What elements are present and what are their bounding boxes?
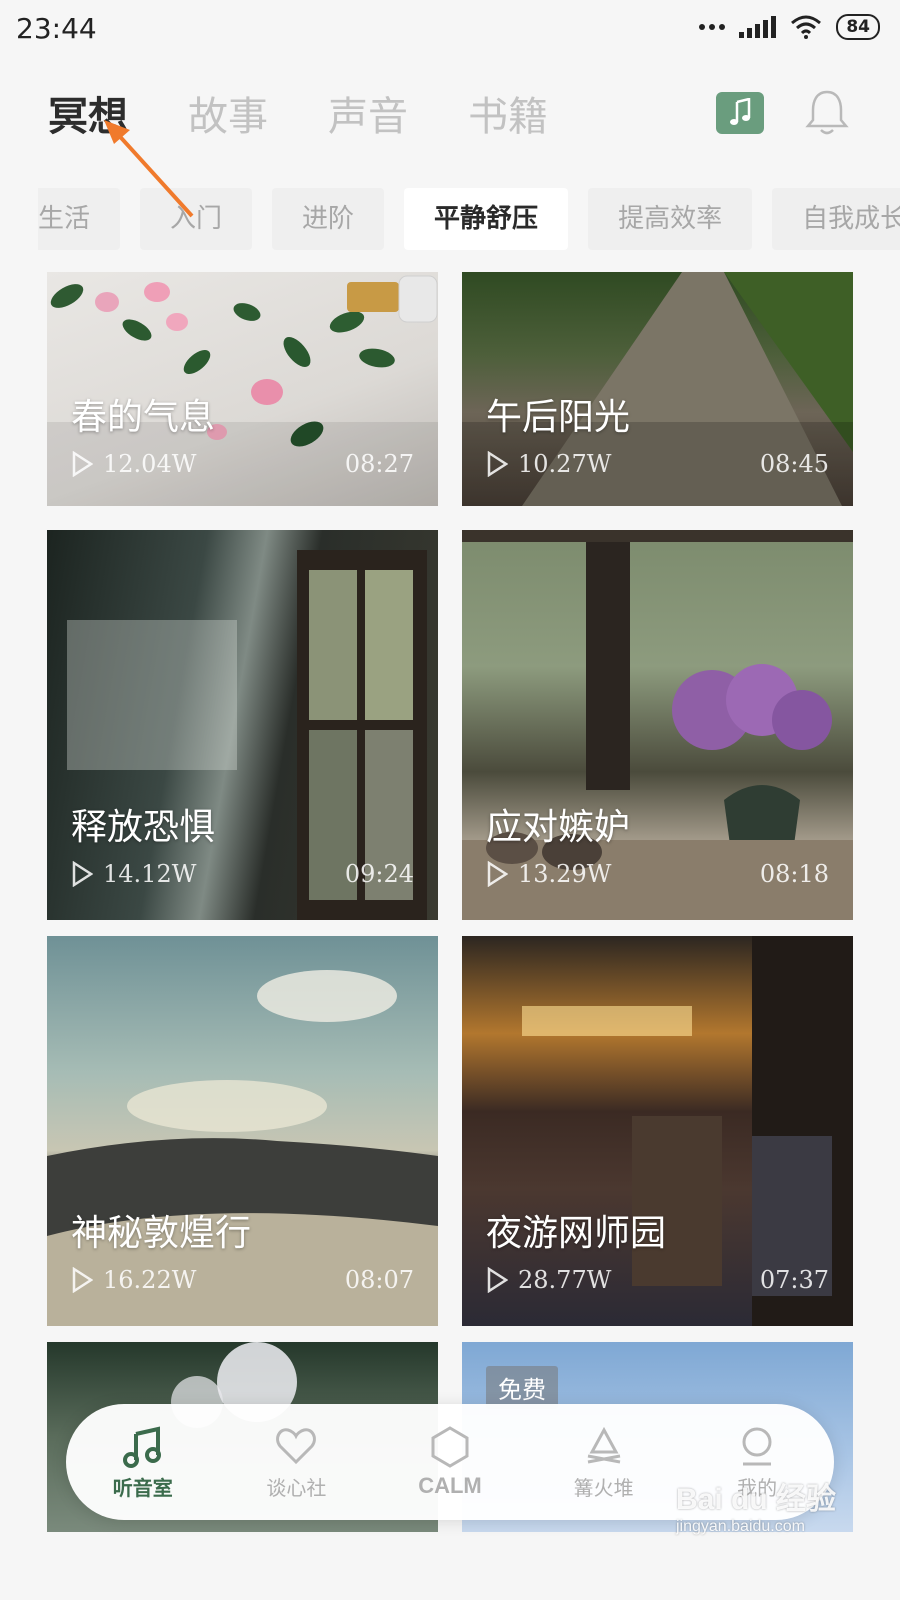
chip-calm-relief[interactable]: 平静舒压 [404,188,569,250]
content-card[interactable]: 应对嫉妒 13.29W 08:18 [462,530,853,920]
card-duration: 07:37 [759,1266,829,1294]
baidu-watermark: Bai du 经验 jingyan.baidu.com [676,1474,892,1536]
nav-label: 篝火堆 [573,1475,634,1500]
status-bar: 23:44 84 [0,0,900,64]
person-icon [742,1427,772,1465]
nav-listening-room[interactable]: 听音室 [83,1424,203,1501]
play-count: 14.12W [103,860,197,888]
card-duration: 08:18 [759,860,829,888]
play-icon [72,1267,93,1293]
play-icon [487,1267,508,1293]
music-note-icon [730,98,751,125]
card-meta: 12.04W 08:27 [71,450,414,478]
nav-label: 听音室 [112,1475,173,1500]
tab-meditation[interactable]: 冥想 [48,84,128,142]
card-title: 夜游网师园 [486,1213,667,1254]
tab-books[interactable]: 书籍 [468,84,548,142]
chip-beginner[interactable]: 入门 [140,188,253,250]
card-title: 神秘敦煌行 [71,1213,252,1254]
content-card[interactable]: 午后阳光 10.27W 08:45 [462,272,853,506]
battery-indicator: 84 [836,14,880,40]
play-count: 13.29W [518,860,612,888]
watermark-url: jingyan.baidu.com [676,1518,805,1535]
card-duration: 09:24 [344,860,414,888]
card-title: 春的气息 [71,397,216,438]
music-note-icon [122,1425,161,1468]
music-player-button[interactable] [716,92,764,134]
chip-life[interactable]: 生活 [38,188,121,250]
status-icons: 84 [699,14,880,40]
play-icon [487,861,508,887]
campfire-icon [587,1426,620,1463]
top-tabs: 冥想 故事 声音 书籍 [48,84,548,142]
content-card[interactable]: 夜游网师园 28.77W 07:37 [462,936,853,1326]
card-title: 午后阳光 [486,397,631,438]
tab-stories[interactable]: 故事 [188,84,268,142]
status-time: 23:44 [16,12,97,45]
content-card[interactable]: 释放恐惧 14.12W 09:24 [47,530,438,920]
more-dots-icon [699,24,726,30]
chip-efficiency[interactable]: 提高效率 [588,188,753,250]
play-count: 16.22W [103,1266,197,1294]
nav-heart-talk[interactable]: 谈心社 [236,1424,356,1501]
play-count: 28.77W [518,1266,612,1294]
heart-icon [276,1427,317,1464]
card-meta: 10.27W 08:45 [486,450,829,478]
chip-advanced[interactable]: 进阶 [272,188,385,250]
nav-label: 谈心社 [266,1475,327,1500]
free-badge: 免费 [486,1366,558,1409]
card-duration: 08:27 [344,450,414,478]
play-icon [72,451,93,477]
card-meta: 14.12W 09:24 [71,860,414,888]
play-count: 12.04W [103,450,197,478]
signal-icon [739,16,777,38]
card-meta: 13.29W 08:18 [486,860,829,888]
tab-sounds[interactable]: 声音 [328,84,408,142]
play-icon [72,861,93,887]
card-duration: 08:45 [759,450,829,478]
card-meta: 28.77W 07:37 [486,1266,829,1294]
bell-icon[interactable] [804,88,850,138]
play-icon [487,451,508,477]
watermark-logo: Bai du 经验 [676,1483,837,1516]
hexagon-icon [431,1426,469,1468]
content-card[interactable]: 春的气息 12.04W 08:27 [47,272,438,506]
nav-calm[interactable]: CALM [390,1425,510,1499]
nav-label: CALM [418,1473,482,1498]
content-card[interactable]: 神秘敦煌行 16.22W 08:07 [47,936,438,1326]
nav-campfire[interactable]: 篝火堆 [544,1424,664,1501]
card-duration: 08:07 [344,1266,414,1294]
card-title: 释放恐惧 [71,807,216,848]
card-meta: 16.22W 08:07 [71,1266,414,1294]
card-title: 应对嫉妒 [486,807,631,848]
play-count: 10.27W [518,450,612,478]
category-chips: 生活 入门 进阶 平静舒压 提高效率 自我成长 [38,188,900,252]
chip-self-growth[interactable]: 自我成长 [772,188,900,250]
wifi-icon [791,15,822,39]
